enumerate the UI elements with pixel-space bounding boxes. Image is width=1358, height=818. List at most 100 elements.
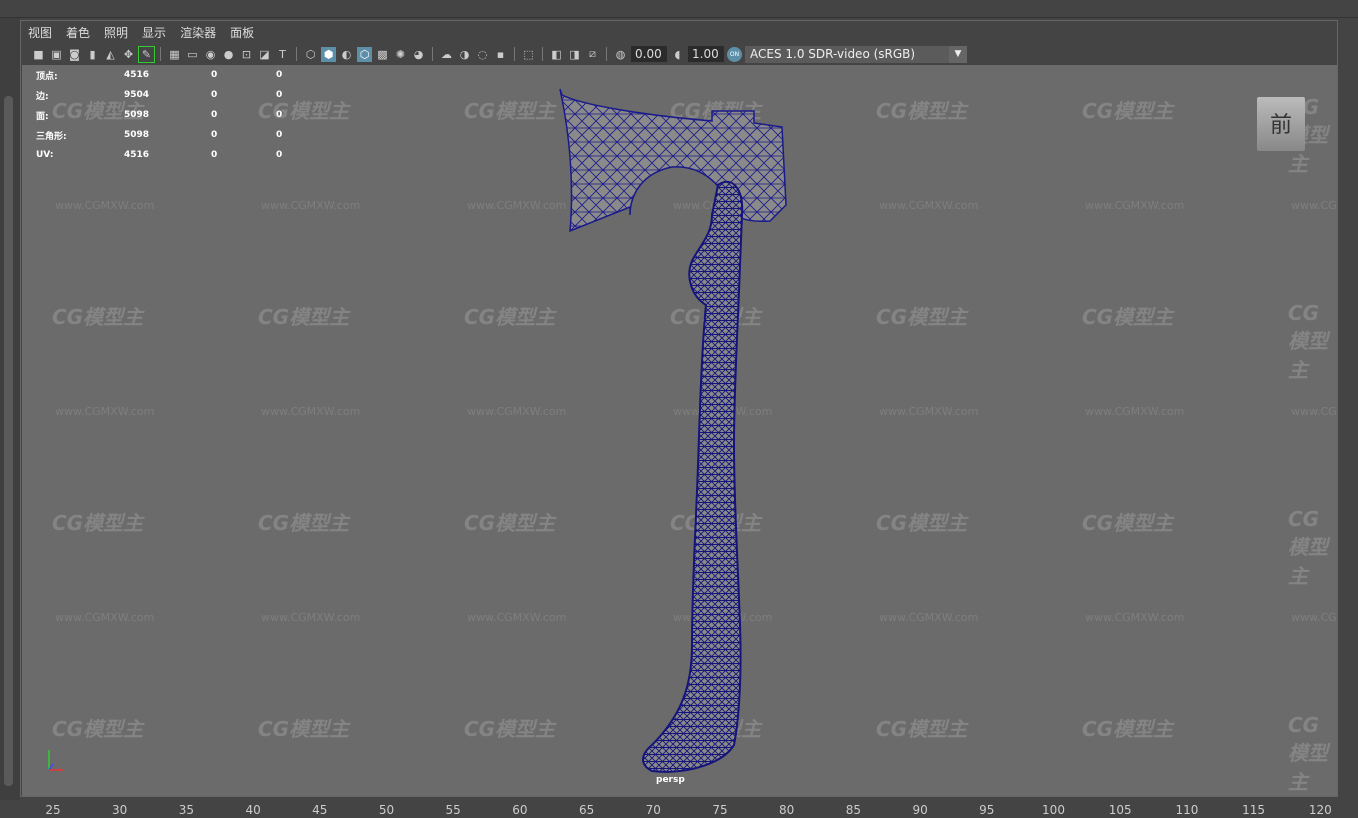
- safe-action-icon[interactable]: ◪: [257, 47, 272, 62]
- color-space-dropdown[interactable]: ACES 1.0 SDR-video (sRGB) ▼: [745, 45, 967, 63]
- chevron-down-icon: ▼: [949, 45, 967, 63]
- ambient-occlusion-icon[interactable]: ☁: [439, 47, 454, 62]
- motion-blur-icon[interactable]: ◑: [457, 47, 472, 62]
- anti-alias-icon[interactable]: ◌: [475, 47, 490, 62]
- timeline-tick: 95: [979, 803, 995, 817]
- timeline-tick: 70: [645, 803, 661, 817]
- isolate-select-icon[interactable]: ⬚: [521, 47, 536, 62]
- xray-icon[interactable]: ▩: [375, 47, 390, 62]
- safe-title-icon[interactable]: T: [275, 47, 290, 62]
- left-shelf: [0, 18, 20, 800]
- panel-toolbar: ■ ▣ ◙ ▮ ◭ ✥ ✎ ▦ ▭ ◉ ● ⊡ ◪ T ⬡ ⬢ ◐ ⬡ ▩ ✺ …: [21, 44, 1337, 64]
- exposure-field[interactable]: 0.00: [631, 46, 667, 62]
- timeline-tick: 50: [378, 803, 395, 817]
- hud-v1: 9504: [124, 90, 150, 100]
- timeline-tick: 100: [1042, 803, 1065, 817]
- grid-icon[interactable]: ▦: [167, 47, 182, 62]
- gate-mask-icon[interactable]: ●: [221, 47, 236, 62]
- default-material-icon[interactable]: ◐: [339, 47, 354, 62]
- hud-label: 顶点:: [36, 71, 58, 82]
- smooth-shade-icon[interactable]: ⬢: [321, 46, 336, 62]
- wireframe-icon[interactable]: ⬡: [303, 47, 318, 62]
- time-slider[interactable]: 25 30 35 40 45 50 55 60 65 70 75 80 85 90 95 100 105 110 1…: [0, 800, 1358, 818]
- right-panel: [1340, 18, 1358, 800]
- menu-item[interactable]: 显示: [142, 24, 166, 41]
- backface-icon[interactable]: ⧄: [585, 47, 600, 62]
- hud-v2: 0: [211, 90, 218, 100]
- resolution-gate-icon[interactable]: ◉: [203, 47, 218, 62]
- menu-item[interactable]: 渲染器: [180, 24, 216, 41]
- bookmark-icon[interactable]: ▮: [85, 47, 100, 62]
- gamma-icon[interactable]: ◖: [670, 47, 685, 62]
- exposure-icon[interactable]: ◍: [613, 47, 628, 62]
- divider: [432, 47, 433, 61]
- camera-label: persp: [656, 775, 685, 785]
- camera-attributes-icon[interactable]: ◙: [67, 47, 82, 62]
- divider: [542, 47, 543, 61]
- timeline-tick: 110: [1175, 803, 1199, 817]
- menu-item[interactable]: 视图: [28, 24, 52, 41]
- hud-v3: 0: [276, 150, 283, 160]
- menu-item[interactable]: 面板: [230, 24, 254, 41]
- hud-v2: 0: [211, 150, 218, 160]
- xray-joints-icon[interactable]: ◧: [549, 47, 564, 62]
- hud-label: 三角形:: [36, 131, 67, 142]
- panel-menubar: 视图 着色 照明 显示 渲染器 面板: [21, 21, 1337, 43]
- hud-v2: 0: [211, 70, 218, 80]
- film-gate-icon[interactable]: ▭: [185, 47, 200, 62]
- hud-v2: 0: [211, 110, 218, 120]
- hud-v3: 0: [276, 90, 283, 100]
- timeline-tick: 120: [1308, 803, 1332, 817]
- hud-label: UV:: [36, 150, 54, 160]
- image-plane-icon[interactable]: ◭: [103, 47, 118, 62]
- menu-item[interactable]: 着色: [66, 24, 90, 41]
- main-toolbar: [0, 0, 1358, 18]
- hud-v1: 5098: [124, 110, 150, 120]
- hud-row: 三角形: 5098 0 0: [36, 125, 282, 145]
- hud-v1: 4516: [124, 70, 150, 80]
- grease-pencil-icon[interactable]: ✎: [138, 45, 155, 63]
- depth-of-field-icon[interactable]: ▪: [493, 47, 508, 62]
- menu-item[interactable]: 照明: [104, 24, 128, 41]
- timeline-tick: 35: [178, 803, 195, 817]
- lights-icon[interactable]: ✺: [393, 47, 408, 62]
- hud-v2: 0: [211, 130, 218, 140]
- timeline-tick: 85: [845, 803, 862, 817]
- transform-icon[interactable]: ✥: [121, 47, 136, 62]
- timeline-tick: 80: [779, 803, 795, 817]
- hud-label: 边:: [36, 91, 49, 102]
- timeline-tick: 105: [1108, 803, 1132, 817]
- view-cube[interactable]: 前: [1257, 97, 1305, 151]
- timeline-tick: 40: [245, 803, 261, 817]
- axe-wireframe-model[interactable]: [22, 65, 1337, 796]
- hud-row: 面: 5098 0 0: [36, 105, 282, 125]
- hud-row: UV: 4516 0 0: [36, 145, 282, 165]
- timeline-tick: 25: [45, 803, 61, 817]
- field-chart-icon[interactable]: ⊡: [239, 47, 254, 62]
- hud-v3: 0: [276, 110, 283, 120]
- timeline-tick: 65: [578, 803, 595, 817]
- timeline-tick: 55: [445, 803, 461, 817]
- lock-camera-icon[interactable]: ▣: [49, 47, 64, 62]
- timeline-tick: 60: [512, 803, 528, 817]
- hud-row: 顶点: 4516 0 0: [36, 65, 282, 85]
- viewport-panel: 视图 着色 照明 显示 渲染器 面板 ■ ▣ ◙ ▮ ◭ ✥ ✎ ▦ ▭ ◉ ● ⊡ ◪ …: [20, 20, 1338, 797]
- color-management-toggle[interactable]: ON: [727, 46, 742, 62]
- color-space-value: ACES 1.0 SDR-video (sRGB): [750, 46, 916, 61]
- 3d-viewport[interactable]: CG模型主 www.CGMXW.com CG模型主 www.CGMXW.com CG模型…: [22, 65, 1337, 796]
- axis-gizmo-icon: [48, 750, 64, 771]
- scrollbar[interactable]: [4, 96, 13, 786]
- camera-icon[interactable]: ■: [31, 47, 46, 62]
- gamma-field[interactable]: 1.00: [688, 46, 724, 62]
- divider: [160, 47, 161, 61]
- divider: [296, 47, 297, 61]
- shadows-icon[interactable]: ◕: [411, 47, 426, 62]
- hud-label: 面:: [36, 111, 49, 122]
- hud-v1: 4516: [124, 150, 150, 160]
- xray-active-icon[interactable]: ◨: [567, 47, 582, 62]
- wireframe-on-shaded-icon[interactable]: ⬡: [357, 46, 372, 62]
- hud-v3: 0: [276, 70, 283, 80]
- timeline-tick: 45: [312, 803, 328, 817]
- hud-row: 边: 9504 0 0: [36, 85, 282, 105]
- divider: [514, 47, 515, 61]
